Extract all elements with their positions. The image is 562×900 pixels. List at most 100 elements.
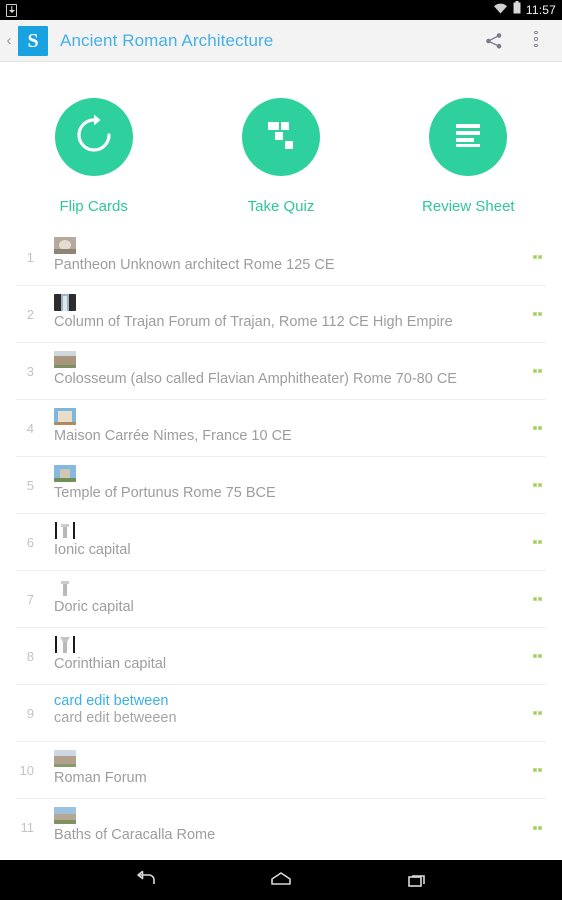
row-number: 3 (26, 363, 34, 379)
status-bar: 11:57 (0, 0, 562, 20)
row-body: Maison Carrée Nimes, France 10 CE (38, 406, 546, 445)
row-body: Ionic capital (38, 520, 546, 559)
row-number: 6 (26, 534, 34, 550)
table-row[interactable]: 10 Roman Forum (16, 742, 546, 799)
study-progress-badge[interactable] (532, 483, 542, 487)
table-row[interactable]: 7 Doric capital (16, 571, 546, 628)
row-body: Column of Trajan Forum of Trajan, Rome 1… (38, 292, 546, 331)
row-text: Colosseum (also called Flavian Amphithea… (54, 371, 457, 387)
row-text: Ionic capital (54, 542, 131, 558)
status-bar-clock: 11:57 (525, 3, 556, 17)
table-row[interactable]: 5 Temple of Portunus Rome 75 BCE (16, 457, 546, 514)
doric-capital-thumb (54, 579, 76, 596)
table-row[interactable]: 6 Ionic capital (16, 514, 546, 571)
row-body: card edit between card edit betweeen (38, 691, 546, 727)
row-answer-text: card edit betweeen (54, 710, 177, 726)
table-row[interactable]: 8 Corinthian capital (16, 628, 546, 685)
refresh-rotate-icon (72, 113, 116, 162)
row-body: Roman Forum (38, 748, 546, 787)
study-progress-badge[interactable] (532, 369, 542, 373)
column-trajan-thumb (54, 294, 76, 311)
row-body: Doric capital (38, 577, 546, 616)
quiz-blocks-icon (263, 117, 299, 158)
take-quiz-label: Take Quiz (247, 198, 315, 215)
row-text: Pantheon Unknown architect Rome 125 CE (54, 257, 335, 273)
table-row[interactable]: 2 Column of Trajan Forum of Trajan, Rome… (16, 286, 546, 343)
app-logo-icon[interactable]: S (18, 25, 48, 56)
study-progress-badge[interactable] (532, 654, 542, 658)
action-take-quiz[interactable]: Take Quiz (187, 98, 374, 215)
page-title: Ancient Roman Architecture (60, 30, 274, 50)
review-sheet-label: Review Sheet (422, 198, 515, 215)
row-number: 8 (26, 648, 34, 664)
pantheon-thumb (54, 237, 76, 254)
take-quiz-button[interactable] (241, 98, 320, 176)
android-recents-icon[interactable] (403, 868, 431, 892)
row-text: Column of Trajan Forum of Trajan, Rome 1… (54, 314, 453, 330)
row-body: Pantheon Unknown architect Rome 125 CE (38, 235, 546, 274)
row-number: 11 (20, 820, 35, 835)
card-list-scroll[interactable]: 1 Pantheon Unknown architect Rome 125 CE… (0, 229, 562, 859)
status-bar-left (6, 3, 17, 17)
study-progress-badge[interactable] (532, 426, 542, 430)
study-progress-badge[interactable] (532, 312, 542, 316)
flip-cards-label: Flip Cards (59, 198, 128, 215)
overflow-menu-icon[interactable] (526, 30, 546, 51)
row-number: 2 (26, 306, 34, 322)
app-root: 11:57 ‹ S Ancient Roman Architecture Fli… (0, 0, 562, 900)
row-text: Doric capital (54, 599, 134, 615)
row-text: Corinthian capital (54, 656, 167, 672)
flip-cards-button[interactable] (54, 98, 133, 176)
row-body: Corinthian capital (38, 634, 546, 673)
row-body: Baths of Caracalla Rome (38, 805, 546, 844)
review-sheet-button[interactable] (429, 98, 508, 176)
row-number: 10 (19, 762, 34, 778)
row-number: 9 (26, 705, 34, 721)
wifi-icon (493, 1, 508, 19)
card-list: 1 Pantheon Unknown architect Rome 125 CE… (0, 229, 562, 856)
row-body: Temple of Portunus Rome 75 BCE (38, 463, 546, 502)
table-row[interactable]: 3 Colosseum (also called Flavian Amphith… (16, 343, 546, 400)
table-row[interactable]: 11 Baths of Caracalla Rome (16, 799, 546, 856)
maison-carree-thumb (54, 408, 76, 425)
table-row[interactable]: 9 card edit between card edit betweeen (16, 685, 546, 742)
row-text: Baths of Caracalla Rome (54, 827, 216, 843)
study-progress-badge[interactable] (532, 825, 542, 830)
study-progress-badge[interactable] (532, 597, 542, 601)
battery-icon (513, 1, 521, 19)
temple-portunus-thumb (54, 465, 76, 482)
back-arrow-icon[interactable]: ‹ (2, 33, 16, 48)
row-question-text: card edit between (54, 693, 169, 709)
row-number: 4 (26, 420, 34, 436)
corinthian-capital-thumb (54, 636, 76, 653)
download-icon (6, 3, 17, 17)
quick-actions: Flip Cards Take Quiz Review Sheet (0, 62, 562, 229)
android-nav-bar (0, 860, 562, 900)
study-progress-badge[interactable] (532, 711, 542, 715)
row-text: Maison Carrée Nimes, France 10 CE (54, 428, 292, 444)
android-home-icon[interactable] (267, 868, 295, 892)
roman-forum-thumb (54, 750, 76, 767)
share-icon[interactable] (484, 31, 504, 51)
row-body: Colosseum (also called Flavian Amphithea… (38, 349, 546, 388)
android-back-icon[interactable] (131, 868, 159, 892)
row-text: Temple of Portunus Rome 75 BCE (54, 485, 276, 501)
status-bar-right: 11:57 (493, 1, 556, 19)
table-row[interactable]: 1 Pantheon Unknown architect Rome 125 CE (16, 229, 546, 286)
colosseum-thumb (54, 351, 76, 368)
table-row[interactable]: 4 Maison Carrée Nimes, France 10 CE (16, 400, 546, 457)
action-bar-actions (484, 30, 554, 51)
study-progress-badge[interactable] (532, 768, 542, 772)
action-flip-cards[interactable]: Flip Cards (0, 98, 187, 215)
list-lines-icon (450, 117, 486, 158)
baths-caracalla-thumb (54, 807, 76, 824)
row-text: Roman Forum (54, 770, 147, 786)
action-review-sheet[interactable]: Review Sheet (375, 98, 562, 215)
study-progress-badge[interactable] (532, 540, 542, 544)
ionic-capital-thumb (54, 522, 76, 539)
row-number: 5 (26, 477, 34, 493)
row-number: 7 (26, 591, 34, 607)
action-bar: ‹ S Ancient Roman Architecture (0, 20, 562, 62)
row-number: 1 (26, 249, 34, 265)
study-progress-badge[interactable] (532, 255, 542, 259)
